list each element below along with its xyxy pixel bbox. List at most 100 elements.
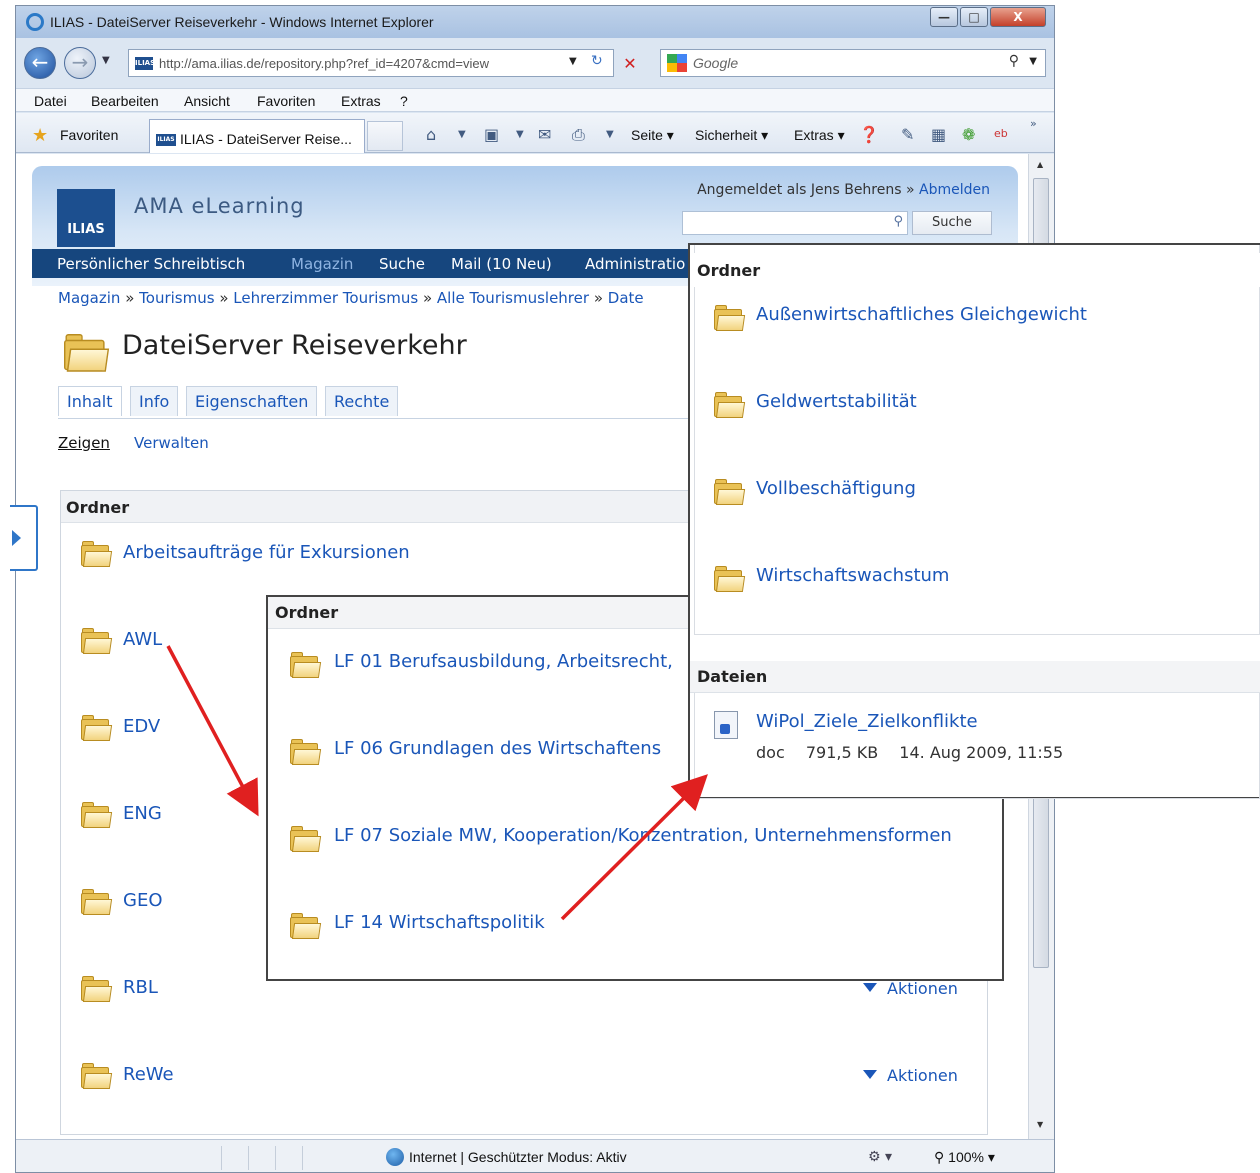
folder-link[interactable]: EDV [123,716,160,737]
back-button[interactable]: ← [24,47,56,79]
url-text[interactable]: http://ama.ilias.de/repository.php?ref_i… [159,56,559,71]
breadcrumb-separator: » [593,289,603,307]
close-button[interactable]: X [990,7,1046,27]
lf14-contents-popup: Ordner Außenwirtschaftliches Gleichgewic… [688,243,1260,799]
subtab-verwalten[interactable]: Verwalten [134,434,209,452]
menu-extras[interactable]: Extras [341,93,381,109]
status-divider [248,1146,249,1170]
actions-dropdown[interactable]: Aktionen [863,1066,958,1085]
folder-link[interactable]: ReWe [123,1064,174,1085]
maximize-button[interactable]: □ [960,7,988,27]
nav-item-search[interactable]: Suche [379,255,425,273]
ilias-favicon-icon: ILIAS [135,57,155,70]
breadcrumb-item[interactable]: Alle Tourismuslehrer [437,289,589,307]
protected-mode-icon[interactable]: ⚙ ▾ [868,1149,892,1165]
browser-tab[interactable]: ILIAS ILIAS - DateiServer Reise... [149,119,365,153]
zoom-value: 100% [948,1149,984,1165]
nav-item-mail[interactable]: Mail (10 Neu) [451,255,552,273]
print-icon[interactable]: ⎙ [572,125,585,145]
security-menu[interactable]: Sicherheit ▾ [695,127,768,144]
nav-item-desktop[interactable]: Persönlicher Schreibtisch [57,255,245,273]
folder-icon [81,541,113,567]
folder-link[interactable]: LF 01 Berufsausbildung, Arbeitsrecht, [334,651,673,672]
tab-eigenschaften[interactable]: Eigenschaften [186,386,318,416]
logout-link[interactable]: Abmelden [919,182,990,198]
minimize-button[interactable]: — [930,7,958,27]
url-dropdown-icon[interactable]: ▼ [569,56,577,67]
nav-item-magazin[interactable]: Magazin [291,255,353,273]
file-link[interactable]: WiPol_Ziele_Zielkonflikte [756,711,978,732]
browser-search-field[interactable]: Google ⚲ ▼ [660,49,1046,77]
tab-rechte[interactable]: Rechte [325,386,399,416]
tab-inhalt[interactable]: Inhalt [58,386,122,416]
menu-datei[interactable]: Datei [34,93,67,109]
folder-link[interactable]: AWL [123,629,162,650]
breadcrumb-item[interactable]: Date [608,289,644,307]
folder-link[interactable]: GEO [123,890,163,911]
menu-help[interactable]: ? [400,93,408,109]
forward-button[interactable]: → [64,47,96,79]
site-search-button[interactable]: Suche [912,211,992,235]
zoom-level[interactable]: ⚲ 100% ▾ [934,1149,995,1166]
ilias-logo[interactable]: ILIAS [57,189,115,247]
star-icon[interactable]: ★ [32,125,48,146]
translate-icon[interactable]: ▦ [931,125,946,144]
breadcrumb-item[interactable]: Magazin [58,289,120,307]
favorites-button[interactable]: Favoriten [60,127,118,143]
new-tab-button[interactable] [367,121,403,151]
expand-arrow-icon[interactable] [12,530,21,546]
folder-link[interactable]: LF 07 Soziale MW, Kooperation/Konzentrat… [334,825,952,846]
history-dropdown-icon[interactable]: ▼ [102,55,110,66]
feeds-dropdown-icon[interactable]: ▼ [516,129,524,140]
mail-icon[interactable]: ✉ [538,125,551,144]
browser-search-placeholder: Google [693,55,739,71]
site-search-input[interactable]: ⚲ [682,211,908,235]
help-icon[interactable]: ❓ [859,125,879,144]
folder-icon [290,739,322,765]
search-options-icon[interactable]: ▼ [1029,56,1037,67]
folder-link[interactable]: RBL [123,977,158,998]
files-section-title: Dateien [690,661,1260,693]
menu-ansicht[interactable]: Ansicht [184,93,230,109]
globe-icon [386,1148,404,1166]
menu-favoriten[interactable]: Favoriten [257,93,315,109]
home-dropdown-icon[interactable]: ▼ [458,129,466,140]
folder-link[interactable]: Geldwertstabilität [756,391,917,412]
scroll-up-icon[interactable]: ▲ [1037,160,1043,169]
addon-icon[interactable]: ❁ [962,125,975,144]
folder-link[interactable]: ENG [123,803,162,824]
page-menu[interactable]: Seite ▾ [631,127,674,144]
url-field[interactable]: ILIAS http://ama.ilias.de/repository.php… [128,49,637,77]
folder-link[interactable]: Arbeitsaufträge für Exkursionen [123,542,410,563]
chevron-more-icon[interactable]: » [1030,117,1037,130]
folder-link[interactable]: Vollbeschäftigung [756,478,916,499]
nav-item-admin[interactable]: Administratio [585,255,685,273]
menu-bearbeiten[interactable]: Bearbeiten [91,93,159,109]
search-icon[interactable]: ⚲ [1009,53,1019,69]
scroll-down-icon[interactable]: ▼ [1037,1120,1043,1129]
login-text: Angemeldet als Jens Behrens [697,182,902,198]
file-date: 14. Aug 2009, 11:55 [899,743,1064,762]
subtab-zeigen[interactable]: Zeigen [58,434,110,452]
refresh-icon[interactable]: ↻ [591,53,603,69]
ebay-icon[interactable]: eb [994,127,1008,140]
menu-bar: Datei Bearbeiten Ansicht Favoriten Extra… [16,88,1054,112]
stop-icon[interactable]: ✕ [617,51,643,77]
extras-menu-label: Extras [794,127,834,143]
print-dropdown-icon[interactable]: ▼ [606,129,614,140]
folder-icon [290,913,322,939]
feeds-icon[interactable]: ▣ [484,125,499,144]
folder-link[interactable]: LF 14 Wirtschaftspolitik [334,912,545,933]
actions-dropdown[interactable]: Aktionen [863,979,958,998]
extras-menu[interactable]: Extras ▾ [794,127,845,144]
folder-link[interactable]: LF 06 Grundlagen des Wirtschaftens [334,738,661,759]
favorites-bar: ★ Favoriten ILIAS ILIAS - DateiServer Re… [16,113,1054,153]
folder-link[interactable]: Außenwirtschaftliches Gleichgewicht [756,304,1087,325]
folder-link[interactable]: Wirtschaftswachstum [756,565,949,586]
title-bar: ILIAS - DateiServer Reiseverkehr - Windo… [16,6,1054,38]
research-icon[interactable]: ✎ [901,125,914,144]
breadcrumb-item[interactable]: Lehrerzimmer Tourismus [233,289,418,307]
home-icon[interactable]: ⌂ [426,125,436,144]
tab-info[interactable]: Info [130,386,179,416]
breadcrumb-item[interactable]: Tourismus [139,289,214,307]
